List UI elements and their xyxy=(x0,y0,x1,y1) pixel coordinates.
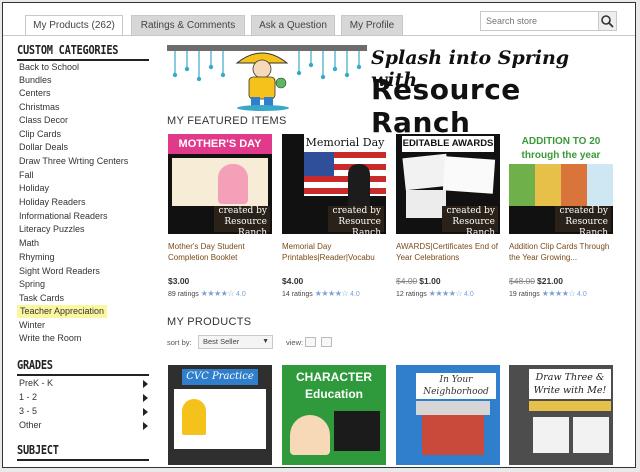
rain-boy-illustration xyxy=(167,45,367,111)
category-link[interactable]: Fall xyxy=(19,169,34,182)
category-link[interactable]: Back to School xyxy=(19,61,79,74)
sort-select[interactable]: Best Seller ▼ xyxy=(198,335,273,349)
category-link[interactable]: Spring xyxy=(19,278,45,291)
category-link[interactable]: Christmas xyxy=(19,101,60,114)
brand-badge: created by Resource Ranch xyxy=(214,206,270,234)
product-rating: 19 ratings ★★★★☆ 4.0 xyxy=(509,289,587,298)
thumbnail-title: In Your Neighborhood xyxy=(416,373,496,399)
product-price: $3.00 xyxy=(168,276,190,286)
product-rating: 12 ratings ★★★★☆ 4.0 xyxy=(396,289,474,298)
tab-my-products[interactable]: My Products (262) xyxy=(25,15,123,36)
store-banner: Splash into Spring with Resource Ranch xyxy=(167,43,621,139)
category-link[interactable]: Math xyxy=(19,237,39,250)
products-heading: MY PRODUCTS xyxy=(167,316,252,328)
product-thumbnail[interactable]: EDITABLE AWARDS created by Resource Ranch xyxy=(396,134,500,234)
category-link[interactable]: Sight Word Readers xyxy=(19,265,100,278)
grade-link[interactable]: PreK - K xyxy=(19,377,53,390)
tab-my-profile[interactable]: My Profile xyxy=(341,15,403,35)
category-link[interactable]: Class Decor xyxy=(19,114,68,127)
category-link[interactable]: Winter xyxy=(19,319,45,332)
expand-arrow-icon[interactable] xyxy=(143,394,148,402)
thumbnail-title: CHARACTER Education xyxy=(296,370,372,401)
star-rating-icon: ★★★★☆ xyxy=(428,289,463,298)
category-link[interactable]: Task Cards xyxy=(19,292,64,305)
product-title-link[interactable]: Mother's Day Student Completion Booklet xyxy=(168,241,276,263)
expand-arrow-icon[interactable] xyxy=(143,422,148,430)
product-thumbnail[interactable]: Memorial Day created by Resource Ranch xyxy=(282,134,386,234)
subject-heading: SUBJECT xyxy=(17,443,59,457)
product-title-link[interactable]: Addition Clip Cards Through the Year Gro… xyxy=(509,241,617,263)
category-link[interactable]: Draw Three Wrting Centers xyxy=(19,155,128,168)
category-link[interactable]: Centers xyxy=(19,87,51,100)
custom-categories-heading: CUSTOM CATEGORIES xyxy=(17,43,119,57)
product-thumbnail[interactable]: MOTHER'S DAY created by Resource Ranch xyxy=(168,134,272,234)
product-price: $48.00 $21.00 xyxy=(509,276,563,286)
category-link-highlighted[interactable]: Teacher Appreciation xyxy=(17,305,108,318)
category-link[interactable]: Bundles xyxy=(19,74,52,87)
brand-badge: created by Resource Ranch xyxy=(555,206,611,234)
expand-arrow-icon[interactable] xyxy=(143,380,148,388)
product-title-link[interactable]: Memorial Day Printables|Reader|Vocabu xyxy=(282,241,390,263)
product-title-link[interactable]: AWARDS|Certificates End of Year Celebrat… xyxy=(396,241,504,263)
view-label: view: xyxy=(286,338,304,347)
category-link[interactable]: Informational Readers xyxy=(19,210,108,223)
search-button[interactable] xyxy=(598,11,617,31)
featured-heading: MY FEATURED ITEMS xyxy=(167,115,287,127)
category-link[interactable]: Write the Room xyxy=(19,332,81,345)
divider xyxy=(17,374,149,376)
category-link[interactable]: Holiday xyxy=(19,182,49,195)
grade-link[interactable]: 1 - 2 xyxy=(19,391,37,404)
product-rating: 89 ratings ★★★★☆ 4.0 xyxy=(168,289,246,298)
search-icon xyxy=(601,15,614,28)
brand-badge: created by Resource Ranch xyxy=(442,206,498,234)
category-link[interactable]: Holiday Readers xyxy=(19,196,86,209)
product-thumbnail[interactable]: Draw Three & Write with Me! xyxy=(509,365,613,465)
thumbnail-title: MOTHER'S DAY xyxy=(168,134,272,154)
star-rating-icon: ★★★★☆ xyxy=(200,289,235,298)
divider xyxy=(17,459,149,461)
star-rating-icon: ★★★★☆ xyxy=(541,289,576,298)
banner-store-name: Resource Ranch xyxy=(371,73,521,139)
sort-label: sort by: xyxy=(167,338,192,347)
thumbnail-title: Draw Three & Write with Me! xyxy=(529,369,611,399)
product-thumbnail[interactable]: In Your Neighborhood xyxy=(396,365,500,465)
tab-divider xyxy=(3,35,635,36)
grid-view-icon[interactable] xyxy=(321,337,332,347)
tab-ask-question[interactable]: Ask a Question xyxy=(251,15,335,35)
product-thumbnail[interactable]: CVC Practice xyxy=(168,365,272,465)
thumbnail-title: ADDITION TO 20 through the year xyxy=(509,134,613,164)
category-link[interactable]: Rhyming xyxy=(19,251,55,264)
search-input[interactable] xyxy=(480,11,600,31)
brand-badge: created by Resource Ranch xyxy=(328,206,384,234)
thumbnail-title: Memorial Day xyxy=(304,134,386,152)
category-link[interactable]: Clip Cards xyxy=(19,128,61,141)
expand-arrow-icon[interactable] xyxy=(143,408,148,416)
product-price: $4.00 $1.00 xyxy=(396,276,441,286)
tab-ratings-comments[interactable]: Ratings & Comments xyxy=(131,15,245,35)
product-price: $4.00 xyxy=(282,276,304,286)
product-rating: 14 ratings ★★★★☆ 4.0 xyxy=(282,289,360,298)
tab-bar: My Products (262) Ratings & Comments Ask… xyxy=(3,3,635,37)
dropdown-arrow-icon: ▼ xyxy=(262,338,269,345)
star-rating-icon: ★★★★☆ xyxy=(314,289,349,298)
product-thumbnail[interactable]: ADDITION TO 20 through the year created … xyxy=(509,134,613,234)
grade-link[interactable]: Other xyxy=(19,419,42,432)
category-link[interactable]: Literacy Puzzles xyxy=(19,223,85,236)
store-page: My Products (262) Ratings & Comments Ask… xyxy=(2,2,636,468)
list-view-icon[interactable] xyxy=(305,337,316,347)
thumbnail-title: EDITABLE AWARDS xyxy=(402,136,494,152)
category-link[interactable]: Dollar Deals xyxy=(19,141,68,154)
thumbnail-title: CVC Practice xyxy=(182,369,258,385)
product-thumbnail[interactable]: CHARACTER Education xyxy=(282,365,386,465)
grade-link[interactable]: 3 - 5 xyxy=(19,405,37,418)
grades-heading: GRADES xyxy=(17,358,53,372)
